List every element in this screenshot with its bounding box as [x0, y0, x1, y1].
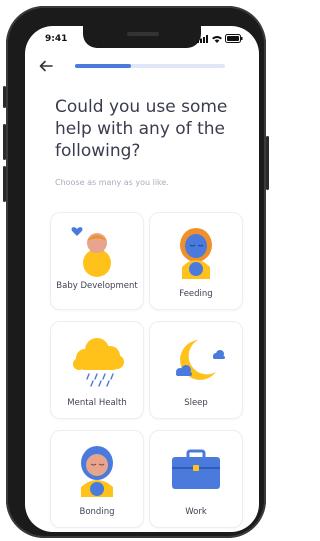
option-label: Sleep	[184, 398, 208, 408]
option-sleep[interactable]: Sleep	[149, 321, 243, 419]
screen: 9:41 Could you use some help with any of…	[25, 26, 259, 532]
progress-fill	[75, 64, 131, 68]
battery-icon	[225, 34, 243, 43]
signal-icon	[197, 34, 208, 43]
mute-switch	[3, 86, 6, 108]
option-work[interactable]: Work	[149, 430, 243, 528]
question-title: Could you use some help with any of the …	[55, 97, 228, 161]
rain-cloud-icon	[73, 338, 124, 387]
power-button	[266, 136, 269, 190]
wifi-icon	[212, 35, 222, 43]
option-mental-health[interactable]: Mental Health	[50, 321, 144, 419]
option-label: Feeding	[179, 289, 213, 299]
feeding-icon	[180, 228, 212, 279]
option-label: Baby Development	[56, 281, 138, 291]
phone-frame: 9:41 Could you use some help with any of…	[3, 6, 269, 538]
back-arrow-icon[interactable]	[39, 60, 53, 72]
option-feeding[interactable]: Feeding	[149, 212, 243, 310]
moon-icon	[176, 340, 225, 380]
option-label: Bonding	[79, 507, 115, 517]
notch	[83, 26, 201, 48]
bonding-icon	[81, 446, 113, 497]
volume-up-button	[3, 124, 6, 160]
option-baby-development[interactable]: Baby Development	[50, 212, 144, 310]
volume-down-button	[3, 166, 6, 202]
briefcase-icon	[172, 449, 220, 489]
option-bonding[interactable]: Bonding	[50, 430, 144, 528]
status-time: 9:41	[45, 34, 68, 44]
status-icons	[197, 34, 243, 43]
option-label: Mental Health	[67, 398, 127, 408]
option-label: Work	[185, 507, 207, 517]
question-subtitle: Choose as many as you like.	[55, 178, 169, 187]
baby-icon	[71, 227, 111, 277]
progress-bar	[75, 64, 225, 68]
